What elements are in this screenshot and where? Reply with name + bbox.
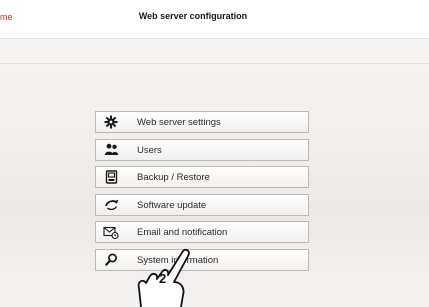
menu-item-label: Users [137,144,162,156]
menu-item-label: Software update [137,199,207,211]
backup-restore-button[interactable]: Backup / Restore [95,166,309,188]
configuration-menu: Web server settings Users Backup / Resto… [95,111,309,276]
gear-icon [103,115,119,129]
callout-number: 2 [159,271,167,286]
software-update-button[interactable]: Software update [95,193,309,216]
menu-item-label: Web server settings [137,117,221,128]
users-icon [103,143,119,157]
backup-icon [103,170,119,184]
email-icon [103,225,119,239]
home-link[interactable]: me [0,12,13,22]
top-bar: me Web server configuration [0,0,429,39]
sub-bar [0,39,429,64]
email-notification-button[interactable]: Email and notification [95,221,309,243]
menu-item-label: Backup / Restore [137,172,210,183]
update-icon [103,198,119,212]
search-icon [103,253,119,267]
page-title: Web server configuration [138,11,248,21]
menu-item-label: Email and notification [137,227,228,238]
system-information-button[interactable]: System information [95,248,309,271]
users-button[interactable]: Users [95,138,309,161]
web-server-settings-button[interactable]: Web server settings [95,111,309,133]
